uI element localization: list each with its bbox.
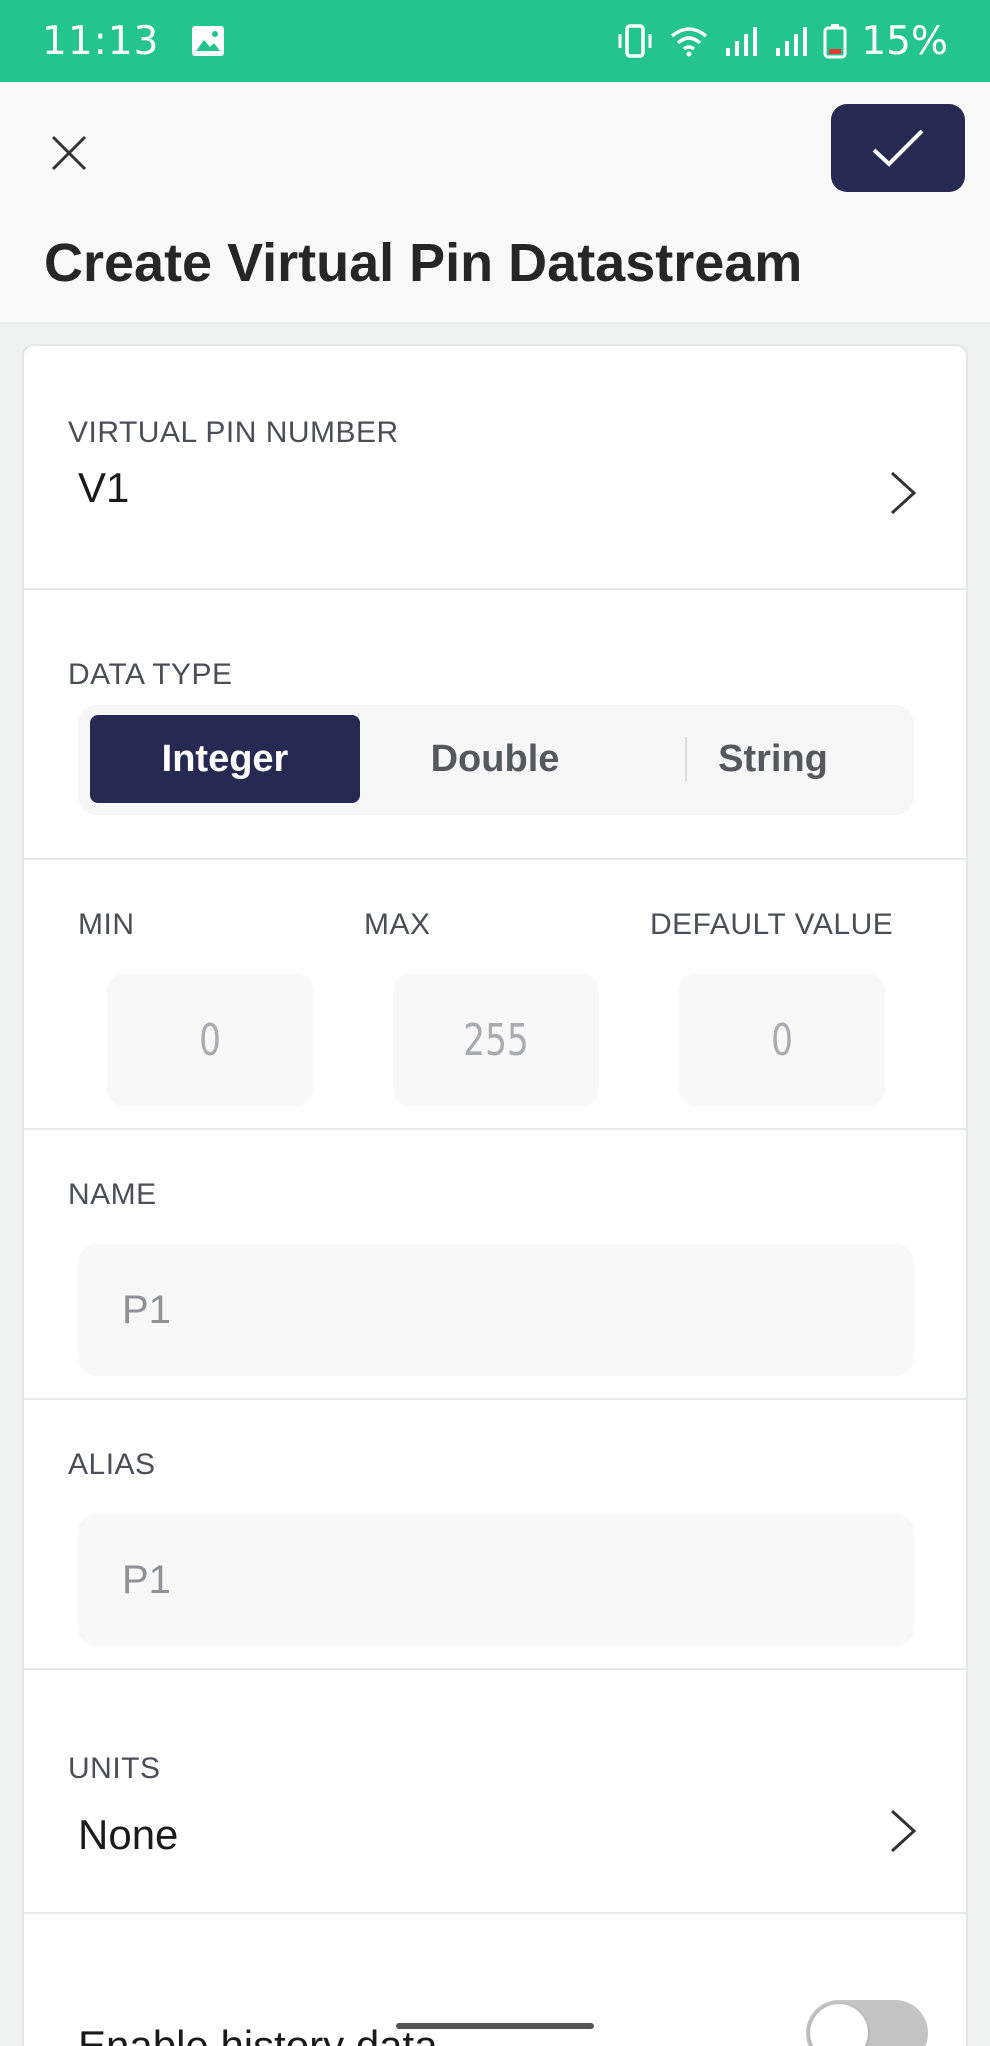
datastream-form: VIRTUAL PIN NUMBER V1 DATA TYPE Integer … (22, 344, 968, 2046)
screen: 11:13 15% Create Virtual Pin Datastream … (0, 0, 990, 2046)
header: Create Virtual Pin Datastream (0, 82, 990, 322)
checkmark-icon (872, 129, 924, 167)
signal-icon (723, 24, 759, 58)
wifi-icon (669, 24, 709, 58)
battery-icon (823, 23, 847, 59)
confirm-button[interactable] (831, 104, 965, 192)
close-icon (51, 135, 87, 171)
chevron-right-icon[interactable] (888, 1808, 918, 1854)
battery-percent: 15% (861, 18, 948, 64)
history-toggle[interactable] (806, 2000, 928, 2046)
alias-input[interactable]: P1 (78, 1514, 914, 1646)
virtual-pin-label: VIRTUAL PIN NUMBER (68, 416, 399, 449)
name-label: NAME (68, 1178, 157, 1211)
virtual-pin-row[interactable]: VIRTUAL PIN NUMBER V1 (24, 346, 966, 590)
home-indicator[interactable] (396, 2023, 594, 2029)
signal-icon (773, 24, 809, 58)
gallery-icon (191, 25, 225, 57)
default-value-label: DEFAULT VALUE (650, 908, 894, 941)
toggle-knob (810, 2004, 868, 2046)
history-label: Enable history data (78, 2022, 438, 2046)
name-input[interactable]: P1 (78, 1244, 914, 1376)
page-title: Create Virtual Pin Datastream (44, 233, 803, 293)
virtual-pin-value: V1 (78, 464, 130, 511)
units-value: None (78, 1811, 179, 1858)
status-time: 11:13 (42, 18, 160, 64)
data-type-double[interactable]: Double (360, 715, 630, 803)
data-type-string[interactable]: String (638, 715, 908, 803)
chevron-right-icon[interactable] (888, 470, 918, 516)
data-type-integer[interactable]: Integer (90, 715, 360, 803)
data-type-selector: Integer Double String (78, 705, 914, 815)
vibrate-icon (615, 22, 655, 60)
units-row[interactable]: UNITS (24, 1670, 966, 1914)
max-input[interactable]: 255 (393, 974, 599, 1106)
close-button[interactable] (44, 128, 94, 178)
units-label: UNITS (68, 1752, 161, 1785)
data-type-label: DATA TYPE (68, 658, 233, 691)
max-label: MAX (364, 908, 431, 941)
status-icons: 15% (615, 19, 948, 64)
min-input[interactable]: 0 (107, 974, 313, 1106)
min-label: MIN (78, 908, 135, 941)
status-bar: 11:13 15% (0, 0, 990, 82)
default-value-input[interactable]: 0 (679, 974, 885, 1106)
alias-label: ALIAS (68, 1448, 156, 1481)
